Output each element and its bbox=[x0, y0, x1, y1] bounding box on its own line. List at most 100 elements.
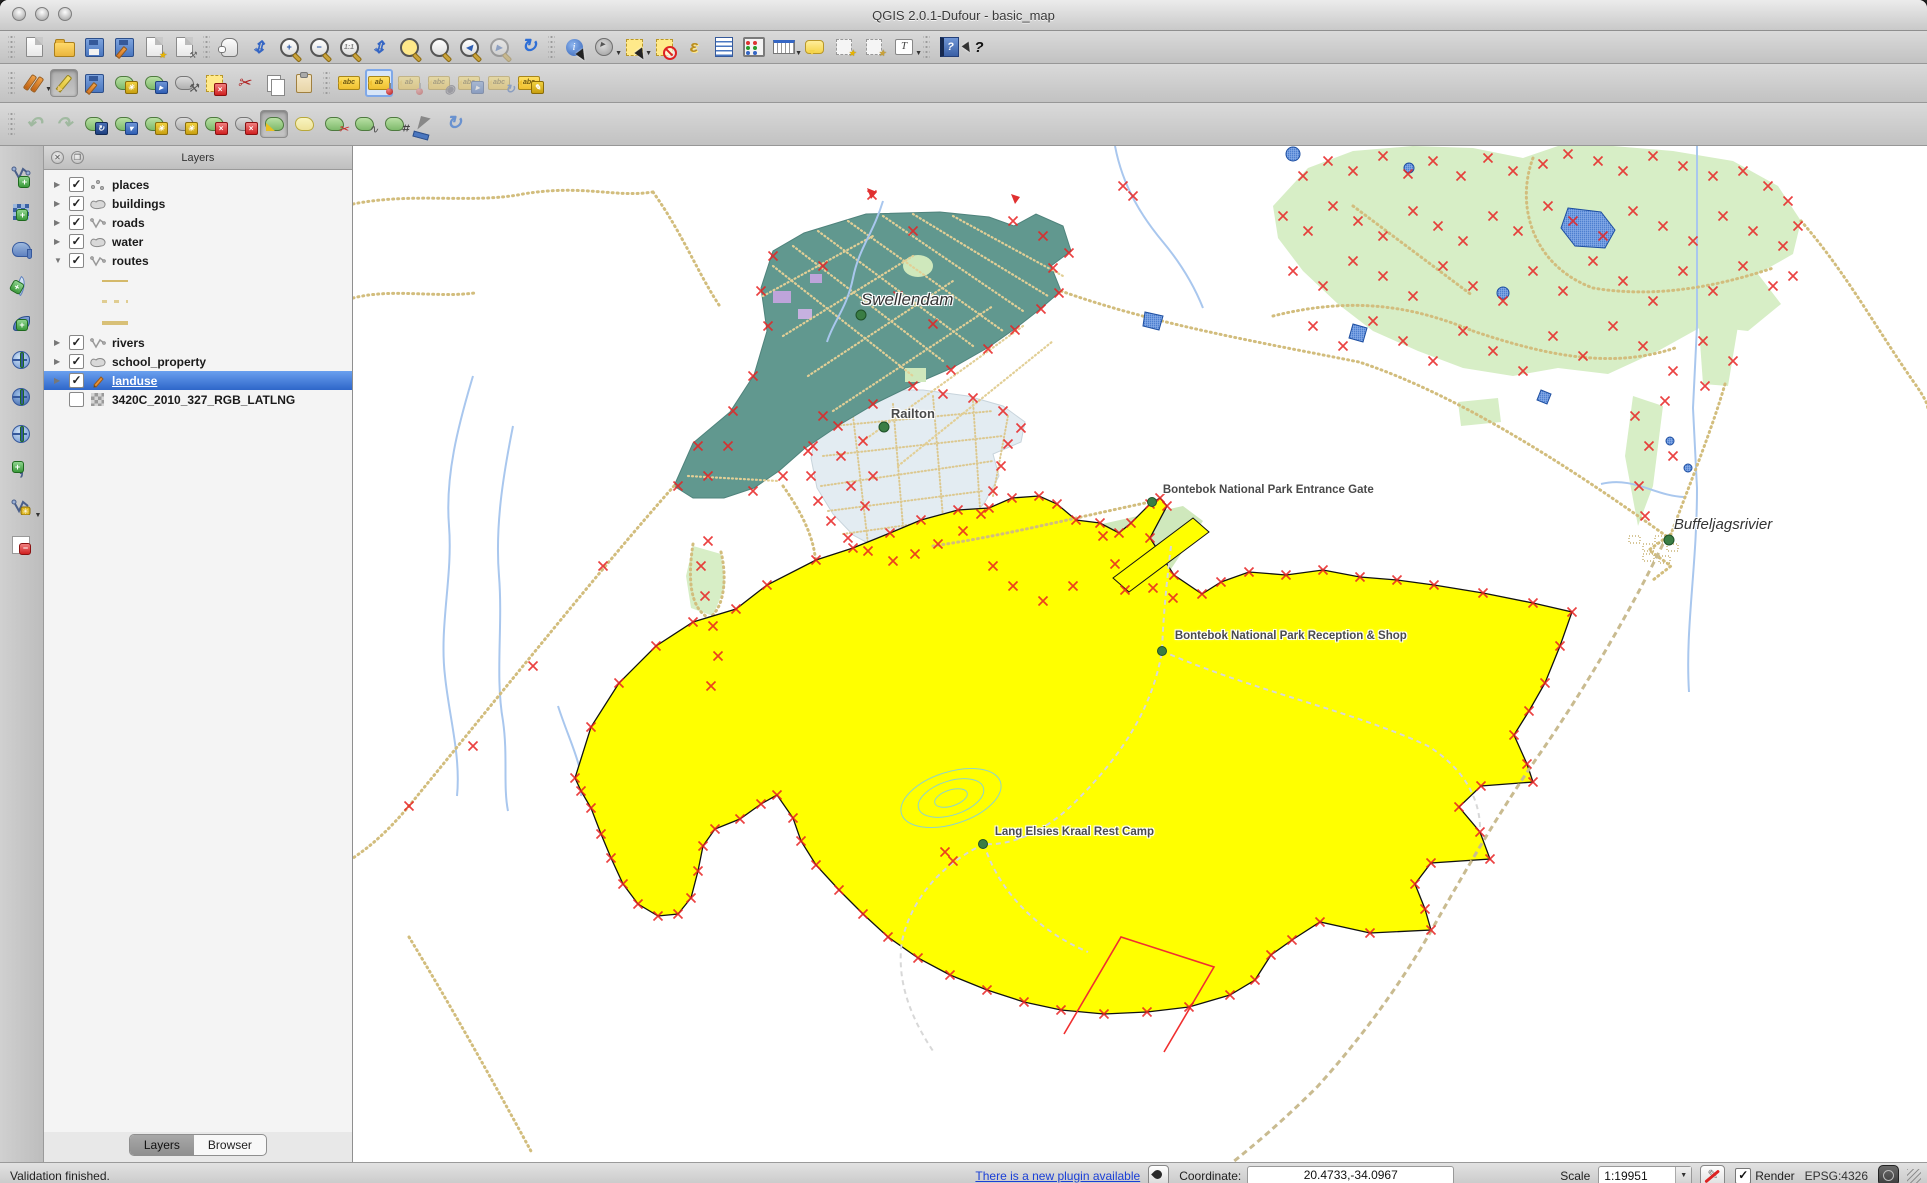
help-contents-button[interactable]: ? bbox=[935, 33, 963, 61]
measure-line-button[interactable]: ▼ bbox=[770, 33, 798, 61]
expand-icon[interactable]: ▶ bbox=[54, 357, 64, 366]
save-project-button[interactable] bbox=[80, 33, 108, 61]
new-project-button[interactable] bbox=[20, 33, 48, 61]
refresh-map-button[interactable]: ↻ bbox=[515, 33, 543, 61]
save-layer-edits-button[interactable] bbox=[80, 69, 108, 97]
close-window-button[interactable] bbox=[12, 7, 26, 21]
toggle-editing-button[interactable] bbox=[50, 69, 78, 97]
add-ring-button[interactable]: ✳ bbox=[140, 110, 168, 138]
expand-icon[interactable]: ▶ bbox=[54, 218, 64, 227]
render-checkbox[interactable]: ✓ bbox=[1735, 1168, 1751, 1183]
new-shapefile-layer-button[interactable]: ✳▼ bbox=[5, 493, 37, 523]
pan-to-selection-button[interactable]: ⇔ bbox=[245, 33, 273, 61]
scale-combo[interactable]: 1:19951 ▼ bbox=[1598, 1166, 1692, 1183]
add-postgis-layer-button[interactable] bbox=[5, 234, 37, 264]
select-features-button[interactable]: ▼ bbox=[620, 33, 648, 61]
offset-curve-button[interactable] bbox=[410, 110, 438, 138]
crs-globe-button[interactable] bbox=[1878, 1165, 1899, 1183]
add-wfs-layer-button[interactable] bbox=[5, 419, 37, 449]
plugin-update-link[interactable]: There is a new plugin available bbox=[975, 1169, 1140, 1183]
node-tool-button[interactable]: ⚒ bbox=[170, 69, 198, 97]
layer-checkbox[interactable]: ✓ bbox=[69, 215, 84, 230]
move-label-button[interactable]: abc▸ bbox=[455, 69, 483, 97]
chevron-down-icon[interactable]: ▼ bbox=[1675, 1167, 1691, 1183]
simplify-feature-button[interactable]: ▾ bbox=[110, 110, 138, 138]
select-by-expression-button[interactable]: ε bbox=[680, 33, 708, 61]
rotate-label-button[interactable]: abc↻ bbox=[485, 69, 513, 97]
stop-render-button[interactable]: ✎ bbox=[1700, 1165, 1725, 1183]
layer-checkbox[interactable]: ✓ bbox=[69, 373, 84, 388]
delete-part-button[interactable]: × bbox=[230, 110, 258, 138]
text-annotation-button[interactable]: T▼ bbox=[890, 33, 918, 61]
zoom-full-button[interactable]: ⇔ bbox=[365, 33, 393, 61]
redo-button[interactable]: ↷ bbox=[50, 110, 78, 138]
layer-row-landuse[interactable]: ▶ ✓ landuse bbox=[44, 371, 352, 390]
layer-checkbox[interactable]: ✓ bbox=[69, 196, 84, 211]
split-parts-button[interactable]: ∿ bbox=[350, 110, 378, 138]
layer-checkbox[interactable]: ✓ bbox=[69, 234, 84, 249]
add-wms-layer-button[interactable] bbox=[5, 345, 37, 375]
layer-row-routes[interactable]: ▼ ✓ routes bbox=[44, 251, 352, 270]
minimize-window-button[interactable] bbox=[35, 7, 49, 21]
layer-row-rivers[interactable]: ▶ ✓ rivers bbox=[44, 333, 352, 352]
add-mssql-layer-button[interactable] bbox=[5, 308, 37, 338]
fill-ring-button[interactable] bbox=[290, 110, 318, 138]
add-feature-button[interactable]: ✳ bbox=[110, 69, 138, 97]
pin-label-button[interactable]: ab bbox=[365, 69, 393, 97]
rotate-point-symbols-button[interactable]: ↻ bbox=[440, 110, 468, 138]
new-print-composer-button[interactable]: ★ bbox=[140, 33, 168, 61]
undo-button[interactable]: ↶ bbox=[20, 110, 48, 138]
layer-checkbox[interactable]: ✓ bbox=[69, 354, 84, 369]
open-project-button[interactable] bbox=[50, 33, 78, 61]
pan-map-button[interactable] bbox=[215, 33, 243, 61]
reshape-features-button[interactable] bbox=[260, 110, 288, 138]
resize-grip[interactable] bbox=[1907, 1169, 1921, 1183]
expand-icon[interactable]: ▶ bbox=[54, 237, 64, 246]
coordinate-input[interactable]: 20.4733,-34.0967 bbox=[1247, 1166, 1454, 1183]
copy-features-button[interactable] bbox=[260, 69, 288, 97]
layer-checkbox[interactable]: ✓ bbox=[69, 253, 84, 268]
rotate-feature-button[interactable]: ↻ bbox=[80, 110, 108, 138]
run-feature-action-button[interactable]: ▼ bbox=[590, 33, 618, 61]
layer-row-roads[interactable]: ▶ ✓ roads bbox=[44, 213, 352, 232]
layer-row-buildings[interactable]: ▶ ✓ buildings bbox=[44, 194, 352, 213]
layer-row-school-property[interactable]: ▶ ✓ school_property bbox=[44, 352, 352, 371]
plugin-icon[interactable] bbox=[1148, 1165, 1169, 1183]
tab-layers[interactable]: Layers bbox=[130, 1135, 194, 1155]
identify-features-button[interactable]: i bbox=[560, 33, 588, 61]
labeling-button[interactable]: abc bbox=[335, 69, 363, 97]
current-edits-button[interactable]: ▼ bbox=[20, 69, 48, 97]
routes-symbol-thick[interactable] bbox=[44, 312, 352, 333]
layer-row-water[interactable]: ▶ ✓ water bbox=[44, 232, 352, 251]
delete-ring-button[interactable]: × bbox=[200, 110, 228, 138]
tab-browser[interactable]: Browser bbox=[194, 1135, 266, 1155]
expand-icon[interactable]: ▶ bbox=[54, 338, 64, 347]
routes-symbol-dashed[interactable] bbox=[44, 291, 352, 312]
layer-checkbox[interactable]: ✓ bbox=[69, 335, 84, 350]
deselect-features-button[interactable] bbox=[650, 33, 678, 61]
zoom-window-button[interactable] bbox=[58, 7, 72, 21]
routes-symbol-solid[interactable] bbox=[44, 270, 352, 291]
open-attribute-table-button[interactable] bbox=[710, 33, 738, 61]
expand-icon[interactable]: ▶ bbox=[54, 376, 64, 385]
collapse-icon[interactable]: ▼ bbox=[54, 256, 64, 265]
zoom-last-button[interactable]: ◀ bbox=[455, 33, 483, 61]
layer-checkbox[interactable]: ✓ bbox=[69, 177, 84, 192]
add-part-button[interactable]: ✳ bbox=[170, 110, 198, 138]
move-feature-button[interactable]: ▸ bbox=[140, 69, 168, 97]
layer-row-raster[interactable]: ▶ ✓ 3420C_2010_327_RGB_LATLNG bbox=[44, 390, 352, 409]
composer-manager-button[interactable]: ⚒ bbox=[170, 33, 198, 61]
whats-this-button[interactable]: ? bbox=[965, 33, 993, 61]
add-vector-layer-button[interactable] bbox=[5, 160, 37, 190]
zoom-next-button[interactable]: ▶ bbox=[485, 33, 513, 61]
show-bookmarks-button[interactable]: ★ bbox=[860, 33, 888, 61]
change-label-properties-button[interactable]: abc✎ bbox=[515, 69, 543, 97]
layer-row-places[interactable]: ▶ ✓ places bbox=[44, 175, 352, 194]
merge-features-button[interactable]: ⌗ bbox=[380, 110, 408, 138]
split-features-button[interactable]: ✂ bbox=[320, 110, 348, 138]
save-project-as-button[interactable] bbox=[110, 33, 138, 61]
expand-icon[interactable]: ▶ bbox=[54, 199, 64, 208]
add-wcs-layer-button[interactable] bbox=[5, 382, 37, 412]
expand-icon[interactable]: ▶ bbox=[54, 180, 64, 189]
add-raster-layer-button[interactable] bbox=[5, 197, 37, 227]
